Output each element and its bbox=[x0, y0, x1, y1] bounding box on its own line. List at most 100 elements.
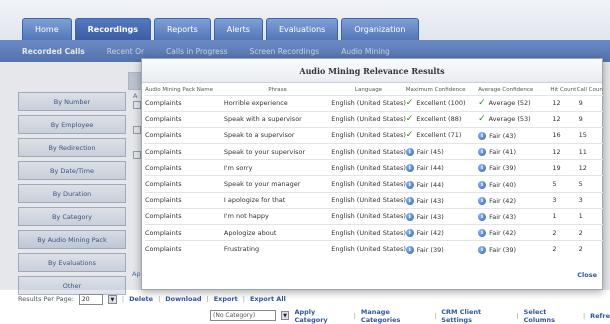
cell-text: Apologize about bbox=[223, 228, 277, 237]
download-link[interactable]: Download bbox=[165, 295, 201, 303]
table-cell-calls: 9 bbox=[576, 110, 603, 128]
check-icon: ✓ bbox=[405, 113, 414, 124]
confidence-text: Excellent (88) bbox=[416, 115, 462, 124]
table-cell-language: English (United States) bbox=[331, 143, 406, 160]
separator: | bbox=[206, 295, 209, 303]
table-cell-language: English (United States) bbox=[331, 94, 406, 112]
confidence-text: Fair (41) bbox=[489, 148, 517, 157]
table-cell-calls: 1 bbox=[576, 207, 603, 225]
cell-text: Complaints bbox=[145, 99, 182, 108]
confidence-text: Fair (43) bbox=[416, 212, 444, 221]
cell-text: Speak with a supervisor bbox=[223, 115, 302, 124]
cell-text: I apologize for that bbox=[223, 196, 286, 205]
table-cell-avg_conf: i Fair (39) bbox=[478, 159, 551, 176]
cell-text: 16 bbox=[552, 131, 561, 140]
table-cell-max_conf: ✓ Excellent (71) bbox=[405, 126, 479, 144]
table-cell-pack: Complaints bbox=[145, 94, 224, 112]
category-toolbar: (No Category) ▼ Apply Category | Manage … bbox=[210, 308, 610, 324]
manage-categories-link[interactable]: Manage Categories bbox=[361, 308, 429, 324]
dialog-title: Audio Mining Relevance Results bbox=[142, 59, 602, 83]
table-cell-language: English (United States) bbox=[331, 159, 406, 176]
cell-text: I'm sorry bbox=[223, 163, 253, 172]
confidence-text: Fair (43) bbox=[489, 212, 517, 221]
apply-category-link[interactable]: Apply Category bbox=[294, 308, 348, 324]
confidence-value: i Fair (45) bbox=[405, 148, 444, 157]
cell-text: 12 bbox=[552, 99, 561, 108]
tab-organization[interactable]: Organization bbox=[341, 18, 419, 40]
cell-text: English (United States) bbox=[331, 99, 406, 108]
cell-text: Speak to your manager bbox=[223, 180, 301, 189]
table-cell-hits: 19 bbox=[550, 159, 577, 176]
export-link[interactable]: Export bbox=[214, 295, 238, 303]
results-toolbar: Results Per Page: 20 ▼ | Delete | Downlo… bbox=[18, 292, 610, 306]
cell-text: Speak to a supervisor bbox=[223, 131, 295, 140]
table-cell-max_conf: i Fair (43) bbox=[405, 191, 479, 209]
cell-text: Frustrating bbox=[223, 245, 260, 254]
table-cell-calls: 15 bbox=[576, 126, 603, 144]
table-cell-phrase: I'm not happy bbox=[223, 207, 332, 225]
table-cell-phrase: Horrible experience bbox=[223, 94, 332, 112]
table-cell-pack: Complaints bbox=[145, 126, 224, 144]
table-cell-phrase: Frustrating bbox=[223, 240, 332, 257]
cell-text: Speak to your supervisor bbox=[223, 147, 306, 156]
refresh-link[interactable]: Refre bbox=[590, 312, 610, 320]
table-cell-phrase: Apologize about bbox=[223, 223, 332, 241]
confidence-value: i Fair (39) bbox=[478, 164, 516, 173]
results-table: Audio Mining Pack Name Phrase Language M… bbox=[145, 85, 603, 257]
tab-alerts[interactable]: Alerts bbox=[213, 18, 263, 40]
close-link[interactable]: Close bbox=[577, 271, 597, 279]
table-cell-max_conf: ✓ Excellent (88) bbox=[405, 110, 479, 128]
tab-reports[interactable]: Reports bbox=[154, 18, 211, 40]
column-header: Audio Mining Pack Name bbox=[145, 86, 214, 93]
confidence-value: ✓ Excellent (88) bbox=[405, 113, 462, 124]
table-cell-avg_conf: i Fair (43) bbox=[478, 207, 551, 225]
confidence-value: i Fair (42) bbox=[478, 229, 516, 238]
column-header: Average Confidence bbox=[478, 86, 534, 93]
confidence-value: i Fair (39) bbox=[478, 245, 516, 254]
table-cell-calls: 9 bbox=[576, 94, 603, 112]
confidence-value: i Fair (42) bbox=[478, 196, 517, 205]
table-cell-avg_conf: ✓ Average (52) bbox=[478, 94, 551, 112]
separator: | bbox=[434, 311, 437, 320]
table-cell-language: English (United States) bbox=[331, 126, 406, 144]
results-per-page-select[interactable]: 20 bbox=[78, 293, 103, 305]
cell-text: 5 bbox=[552, 180, 557, 189]
chevron-down-icon[interactable]: ▼ bbox=[107, 294, 117, 304]
cell-text: 15 bbox=[578, 131, 587, 140]
cell-text: Complaints bbox=[145, 180, 182, 189]
table-cell-avg_conf: i Fair (39) bbox=[478, 240, 551, 257]
category-select[interactable]: (No Category) bbox=[210, 310, 276, 321]
chevron-down-icon[interactable]: ▼ bbox=[280, 311, 290, 320]
column-header: Phrase bbox=[268, 86, 287, 93]
table-cell-pack: Complaints bbox=[145, 207, 224, 225]
table-cell-avg_conf: ✓ Average (53) bbox=[478, 110, 551, 128]
cell-text: 9 bbox=[578, 115, 583, 124]
confidence-text: Fair (43) bbox=[489, 131, 517, 140]
confidence-value: i Fair (43) bbox=[405, 212, 444, 221]
tab-home[interactable]: Home bbox=[22, 18, 72, 40]
confidence-text: Fair (42) bbox=[416, 229, 444, 238]
cell-text: I'm not happy bbox=[223, 212, 269, 221]
select-columns-link[interactable]: Select Columns bbox=[524, 308, 578, 324]
column-header: Hit Count bbox=[550, 86, 577, 93]
table-cell-hits: 5 bbox=[550, 175, 577, 193]
info-icon: i bbox=[405, 180, 414, 189]
table-cell-language: English (United States) bbox=[331, 207, 406, 225]
table-cell-pack: Complaints bbox=[145, 191, 224, 209]
info-icon: i bbox=[478, 196, 487, 205]
cell-text: English (United States) bbox=[331, 212, 406, 221]
confidence-text: Fair (40) bbox=[489, 180, 517, 189]
crm-client-settings-link[interactable]: CRM Client Settings bbox=[441, 308, 511, 324]
table-cell-pack: Complaints bbox=[145, 159, 224, 176]
tab-recordings[interactable]: Recordings bbox=[74, 18, 152, 40]
table-cell-max_conf: i Fair (44) bbox=[405, 175, 479, 193]
separator: | bbox=[158, 295, 161, 303]
info-icon: i bbox=[478, 212, 487, 221]
confidence-text: Average (52) bbox=[488, 99, 531, 108]
confidence-text: Fair (42) bbox=[489, 196, 517, 205]
confidence-text: Average (53) bbox=[488, 115, 531, 124]
export-all-link[interactable]: Export All bbox=[250, 295, 286, 303]
cell-text: English (United States) bbox=[331, 196, 406, 205]
tab-evaluations[interactable]: Evaluations bbox=[265, 18, 339, 40]
delete-link[interactable]: Delete bbox=[129, 295, 153, 303]
